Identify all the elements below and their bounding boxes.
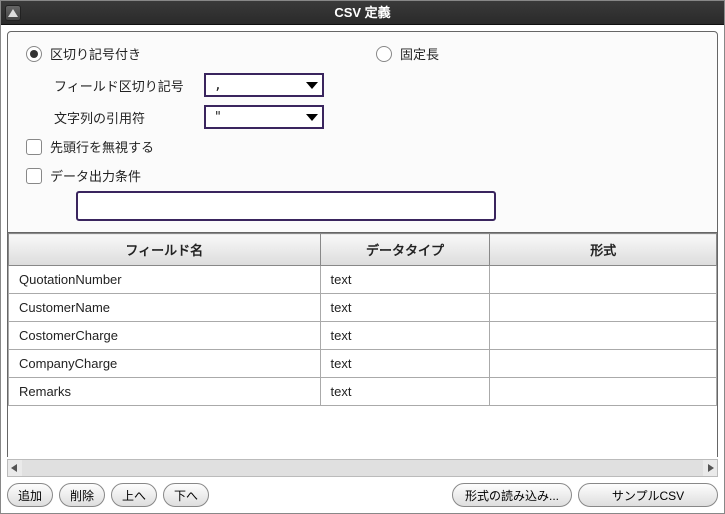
cell-name[interactable]: Remarks <box>9 378 321 406</box>
horizontal-scrollbar[interactable] <box>7 459 718 477</box>
field-separator-label: フィールド区切り記号 <box>54 76 204 95</box>
cell-name[interactable]: QuotationNumber <box>9 266 321 294</box>
cell-format[interactable] <box>490 350 717 378</box>
quote-char-value: " <box>214 110 222 125</box>
format-mode-group: 区切り記号付き 固定長 <box>26 44 699 63</box>
ignore-header-checkbox[interactable]: 先頭行を無視する <box>26 137 699 156</box>
collapse-button[interactable] <box>5 5 21 21</box>
checkbox-icon <box>26 139 42 155</box>
cell-type[interactable]: text <box>320 322 490 350</box>
col-format[interactable]: 形式 <box>490 234 717 266</box>
radio-fixed-label: 固定長 <box>400 44 439 63</box>
sample-csv-button[interactable]: サンプルCSV <box>578 483 718 507</box>
cell-format[interactable] <box>490 266 717 294</box>
quote-char-label: 文字列の引用符 <box>54 108 204 127</box>
up-button[interactable]: 上へ <box>111 483 157 507</box>
radio-delimited-label: 区切り記号付き <box>50 44 141 63</box>
radio-fixed[interactable]: 固定長 <box>376 44 439 63</box>
output-condition-checkbox[interactable]: データ出力条件 <box>26 166 699 185</box>
cell-type[interactable]: text <box>320 266 490 294</box>
cell-type[interactable]: text <box>320 350 490 378</box>
radio-delimited[interactable]: 区切り記号付き <box>26 44 356 63</box>
field-separator-value: , <box>214 78 222 93</box>
radio-icon <box>26 46 42 62</box>
table-header-row: フィールド名 データタイプ 形式 <box>9 234 717 266</box>
output-condition-textarea[interactable] <box>76 191 496 221</box>
table-row[interactable]: QuotationNumbertext <box>9 266 717 294</box>
checkbox-icon <box>26 168 42 184</box>
cell-format[interactable] <box>490 378 717 406</box>
field-separator-select[interactable]: , <box>204 73 324 97</box>
cell-name[interactable]: CompanyCharge <box>9 350 321 378</box>
format-options-panel: 区切り記号付き 固定長 フィールド区切り記号 , 文字列の引用符 " <box>7 31 718 233</box>
chevron-down-icon <box>306 82 318 89</box>
table-row[interactable]: CostomerChargetext <box>9 322 717 350</box>
ignore-header-label: 先頭行を無視する <box>50 137 154 156</box>
cell-name[interactable]: CostomerCharge <box>9 322 321 350</box>
chevron-down-icon <box>306 114 318 121</box>
window-title: CSV 定義 <box>334 5 390 20</box>
fields-table-wrap: フィールド名 データタイプ 形式 QuotationNumbertextCust… <box>7 233 718 457</box>
bottom-toolbar: 追加 削除 上へ 下へ 形式の読み込み... サンプルCSV <box>7 483 718 507</box>
field-separator-row: フィールド区切り記号 , <box>54 73 699 97</box>
output-condition-label: データ出力条件 <box>50 166 141 185</box>
table-row[interactable]: CompanyChargetext <box>9 350 717 378</box>
cell-type[interactable]: text <box>320 294 490 322</box>
csv-definition-window: CSV 定義 区切り記号付き 固定長 フィールド区切り記号 , 文字列の引用 <box>0 0 725 514</box>
quote-char-select[interactable]: " <box>204 105 324 129</box>
load-format-button[interactable]: 形式の読み込み... <box>452 483 572 507</box>
delete-button[interactable]: 削除 <box>59 483 105 507</box>
cell-format[interactable] <box>490 294 717 322</box>
scroll-right-icon[interactable] <box>703 461 717 475</box>
cell-format[interactable] <box>490 322 717 350</box>
cell-name[interactable]: CustomerName <box>9 294 321 322</box>
cell-type[interactable]: text <box>320 378 490 406</box>
titlebar: CSV 定義 <box>1 1 724 25</box>
scroll-track[interactable] <box>22 460 703 476</box>
radio-icon <box>376 46 392 62</box>
add-button[interactable]: 追加 <box>7 483 53 507</box>
fields-table: フィールド名 データタイプ 形式 QuotationNumbertextCust… <box>8 233 717 406</box>
scroll-left-icon[interactable] <box>8 461 22 475</box>
table-row[interactable]: Remarkstext <box>9 378 717 406</box>
col-datatype[interactable]: データタイプ <box>320 234 490 266</box>
table-row[interactable]: CustomerNametext <box>9 294 717 322</box>
col-fieldname[interactable]: フィールド名 <box>9 234 321 266</box>
quote-char-row: 文字列の引用符 " <box>54 105 699 129</box>
down-button[interactable]: 下へ <box>163 483 209 507</box>
